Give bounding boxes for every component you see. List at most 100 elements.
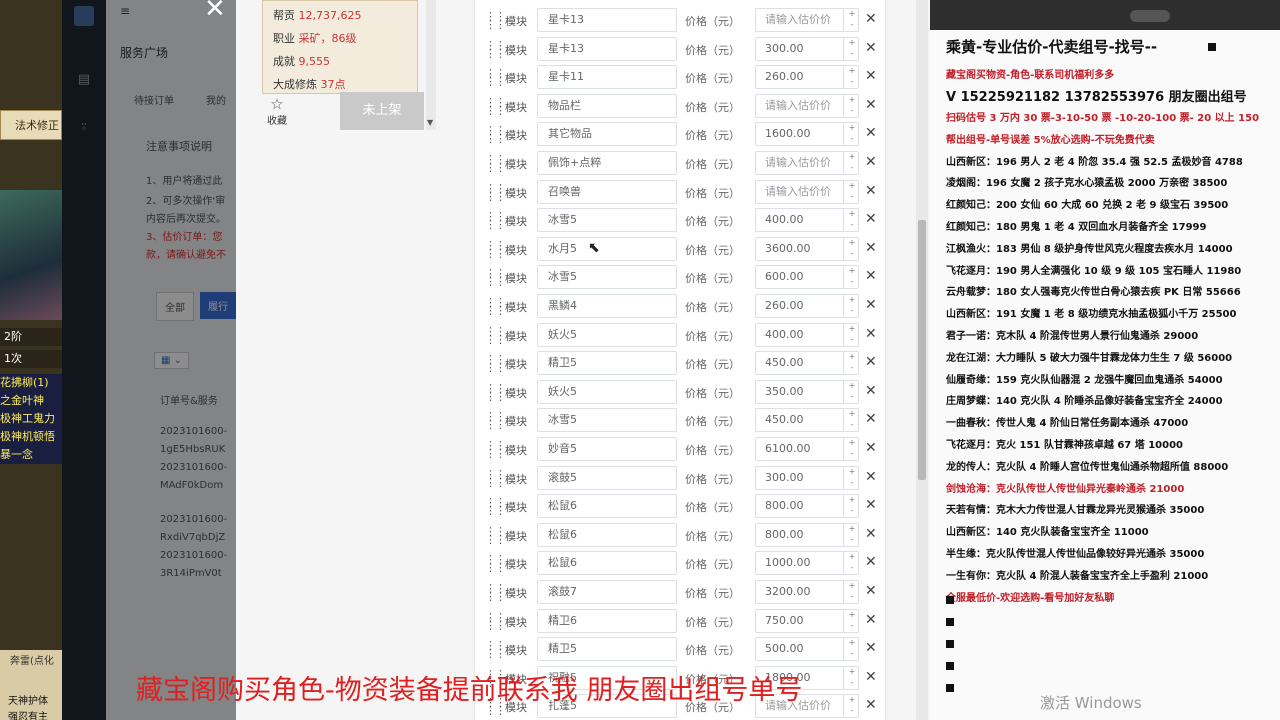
drag-handle-icon[interactable]: ⋮⋮ ⋮⋮ [485, 612, 506, 631]
drag-handle-icon[interactable]: ⋮⋮ ⋮⋮ [485, 268, 506, 287]
module-name-input[interactable]: 妖火5 [537, 379, 677, 404]
module-name-input[interactable]: 冰雪5 [537, 208, 677, 233]
delete-row-icon[interactable]: ✕ [865, 268, 877, 284]
price-stepper[interactable]: + - [843, 351, 860, 376]
drag-handle-icon[interactable]: ⋮⋮ ⋮⋮ [485, 97, 506, 116]
price-stepper[interactable]: + - [843, 8, 860, 32]
price-stepper[interactable]: + - [843, 494, 860, 519]
game-bottom-tab[interactable]: 奔雷(点化 [10, 652, 54, 667]
drag-handle-icon[interactable]: ⋮⋮ ⋮⋮ [485, 640, 506, 659]
scroll-down-icon[interactable]: ▼ [427, 118, 433, 127]
module-name-input[interactable]: 佩饰+点粹 [537, 151, 677, 175]
module-name-input[interactable]: 黑鳞4 [537, 294, 677, 318]
price-stepper[interactable]: + - [843, 265, 860, 290]
price-stepper[interactable]: + - [843, 322, 860, 347]
drag-handle-icon[interactable]: ⋮⋮ ⋮⋮ [485, 469, 506, 488]
module-name-input[interactable]: 松鼠6 [537, 494, 677, 519]
delete-row-icon[interactable]: ✕ [865, 154, 877, 170]
delete-row-icon[interactable]: ✕ [865, 526, 877, 542]
delete-row-icon[interactable]: ✕ [865, 211, 877, 227]
module-name-input[interactable]: 星卡11 [537, 65, 677, 90]
drag-handle-icon[interactable]: ⋮⋮ ⋮⋮ [485, 326, 506, 345]
module-name-input[interactable]: 精卫5 [537, 637, 677, 662]
game-tab-spell[interactable]: 法术修正 [0, 110, 62, 140]
close-icon[interactable]: ✕ [204, 0, 226, 24]
module-name-input[interactable]: 星卡13 [537, 8, 677, 32]
delete-row-icon[interactable]: ✕ [865, 469, 877, 485]
drag-handle-icon[interactable]: ⋮⋮ ⋮⋮ [485, 68, 506, 87]
drag-handle-icon[interactable]: ⋮⋮ ⋮⋮ [485, 297, 506, 316]
price-stepper[interactable]: + - [843, 665, 860, 690]
info-scrollbar[interactable]: ▼ [426, 0, 436, 130]
delete-row-icon[interactable]: ✕ [865, 697, 877, 713]
delete-row-icon[interactable]: ✕ [865, 240, 877, 256]
delete-row-icon[interactable]: ✕ [865, 383, 877, 399]
price-stepper[interactable]: + - [843, 294, 860, 318]
delete-row-icon[interactable]: ✕ [865, 669, 877, 685]
price-stepper[interactable]: + - [843, 437, 860, 461]
price-stepper[interactable]: + - [843, 637, 860, 662]
module-name-input[interactable]: 星卡13 [537, 36, 677, 61]
price-stepper[interactable]: + - [843, 694, 860, 719]
price-stepper[interactable]: + - [843, 179, 860, 204]
drag-handle-icon[interactable]: ⋮⋮ ⋮⋮ [485, 383, 506, 402]
delete-row-icon[interactable]: ✕ [865, 354, 877, 370]
drag-handle-icon[interactable]: ⋮⋮ ⋮⋮ [485, 183, 506, 202]
delete-row-icon[interactable]: ✕ [865, 612, 877, 628]
delete-row-icon[interactable]: ✕ [865, 297, 877, 313]
module-name-input[interactable]: 冰雪5 [537, 408, 677, 433]
delete-row-icon[interactable]: ✕ [865, 68, 877, 84]
price-stepper[interactable]: + - [843, 236, 860, 261]
delete-row-icon[interactable]: ✕ [865, 183, 877, 199]
price-stepper[interactable]: + - [843, 122, 860, 147]
price-stepper[interactable]: + - [843, 36, 860, 61]
scroll-thumb[interactable] [918, 220, 926, 480]
module-name-input[interactable]: 松鼠6 [537, 522, 677, 547]
delete-row-icon[interactable]: ✕ [865, 411, 877, 427]
price-stepper[interactable]: + - [843, 551, 860, 576]
delete-row-icon[interactable]: ✕ [865, 326, 877, 342]
module-name-input[interactable]: 水月5 [537, 236, 677, 261]
price-stepper[interactable]: + - [843, 151, 860, 175]
module-name-input[interactable]: 滚鼓7 [537, 580, 677, 604]
modal-overlay[interactable] [62, 0, 236, 720]
delete-row-icon[interactable]: ✕ [865, 97, 877, 113]
price-stepper[interactable]: + - [843, 93, 860, 118]
favorite-button[interactable]: ☆ 收藏 [262, 96, 292, 127]
price-stepper[interactable]: + - [843, 608, 860, 633]
price-stepper[interactable]: + - [843, 208, 860, 233]
delete-row-icon[interactable]: ✕ [865, 40, 877, 56]
drag-handle-icon[interactable]: ⋮⋮ ⋮⋮ [485, 583, 506, 602]
delete-row-icon[interactable]: ✕ [865, 554, 877, 570]
drag-handle-icon[interactable]: ⋮⋮ ⋮⋮ [485, 11, 506, 30]
price-stepper[interactable]: + - [843, 379, 860, 404]
module-name-input[interactable]: 召唤兽 [537, 179, 677, 204]
price-stepper[interactable]: + - [843, 408, 860, 433]
drag-handle-icon[interactable]: ⋮⋮ ⋮⋮ [485, 497, 506, 516]
off-shelf-button[interactable]: 未上架 [340, 92, 424, 130]
delete-row-icon[interactable]: ✕ [865, 583, 877, 599]
delete-row-icon[interactable]: ✕ [865, 440, 877, 456]
list-scrollbar[interactable] [916, 0, 928, 720]
drag-handle-icon[interactable]: ⋮⋮ ⋮⋮ [485, 411, 506, 430]
drag-handle-icon[interactable]: ⋮⋮ ⋮⋮ [485, 354, 506, 373]
drag-handle-icon[interactable]: ⋮⋮ ⋮⋮ [485, 154, 506, 173]
module-name-input[interactable]: 物品栏 [537, 93, 677, 118]
module-name-input[interactable]: 滚鼓5 [537, 465, 677, 490]
price-stepper[interactable]: + - [843, 465, 860, 490]
module-name-input[interactable]: 松鼠6 [537, 551, 677, 576]
price-stepper[interactable]: + - [843, 65, 860, 90]
module-name-input[interactable]: 精卫6 [537, 608, 677, 633]
module-name-input[interactable]: 妖火5 [537, 322, 677, 347]
module-name-input[interactable]: 精卫5 [537, 351, 677, 376]
delete-row-icon[interactable]: ✕ [865, 11, 877, 27]
module-name-input[interactable]: 冰雪5 [537, 265, 677, 290]
drag-handle-icon[interactable]: ⋮⋮ ⋮⋮ [485, 526, 506, 545]
price-stepper[interactable]: + - [843, 580, 860, 604]
delete-row-icon[interactable]: ✕ [865, 640, 877, 656]
toggle-icon[interactable] [1130, 10, 1170, 22]
module-name-input[interactable]: 妙音5 [537, 437, 677, 461]
delete-row-icon[interactable]: ✕ [865, 497, 877, 513]
drag-handle-icon[interactable]: ⋮⋮ ⋮⋮ [485, 125, 506, 144]
delete-row-icon[interactable]: ✕ [865, 125, 877, 141]
